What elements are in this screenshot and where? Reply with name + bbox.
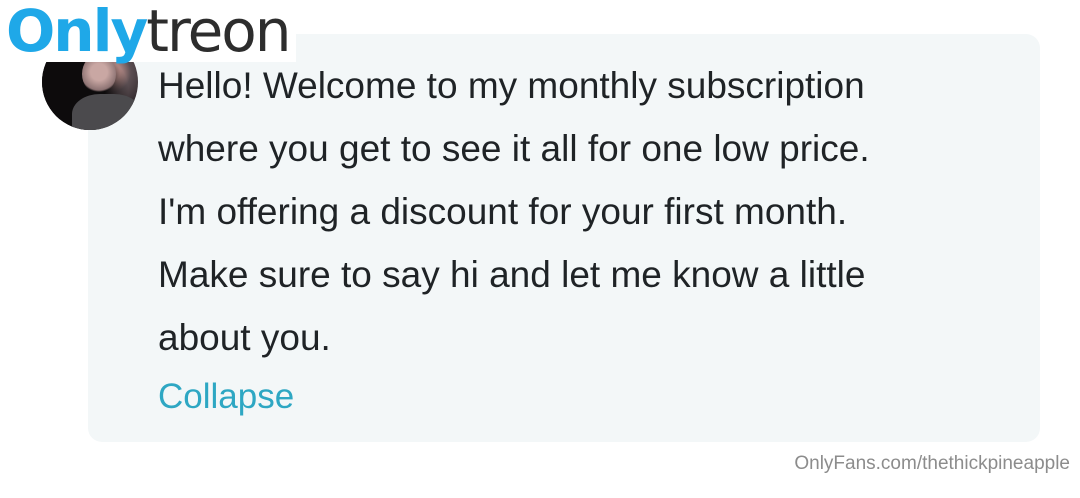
- collapse-link[interactable]: Collapse: [158, 374, 294, 420]
- message-line: Make sure to say hi and let me know a li…: [158, 254, 866, 295]
- logo-part-only: Only: [6, 0, 148, 65]
- message-text: Hello! Welcome to my monthly subscriptio…: [158, 54, 1018, 369]
- message-line: about you.: [158, 317, 331, 358]
- message-line: where you get to see it all for one low …: [158, 128, 870, 169]
- onlytreon-logo: Onlytreon: [4, 0, 296, 62]
- watermark-text: OnlyFans.com/thethickpineapple: [794, 453, 1070, 474]
- message-line: I'm offering a discount for your first m…: [158, 191, 848, 232]
- logo-part-treon: treon: [146, 0, 291, 65]
- avatar-shirt: [72, 94, 138, 130]
